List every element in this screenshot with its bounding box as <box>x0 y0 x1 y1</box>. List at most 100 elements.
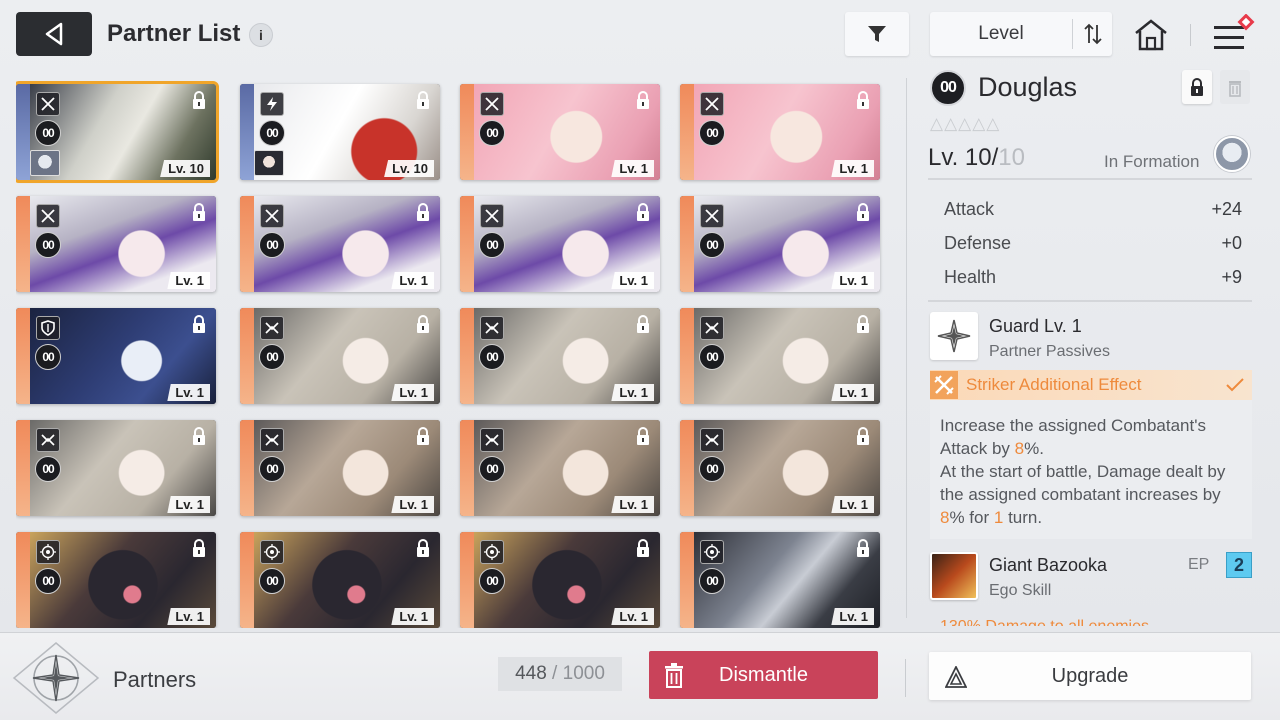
effect-description: Increase the assigned Combatant's Attack… <box>930 400 1252 539</box>
partner-card[interactable]: 00 Lv. 1 <box>240 308 440 404</box>
delete-button[interactable] <box>1220 70 1250 104</box>
stat-row-attack: Attack +24 <box>944 199 1242 220</box>
rarity-stripe <box>16 84 30 180</box>
header-divider <box>1190 24 1191 46</box>
partner-card[interactable]: 00 Lv. 1 <box>680 532 880 628</box>
ego-skill-name: Giant Bazooka <box>989 555 1108 575</box>
partner-badge: 00 <box>479 344 505 370</box>
rarity-stripe <box>16 532 30 628</box>
passive-skill-icon[interactable] <box>930 312 978 360</box>
passive-skill-name: Guard Lv. 1 <box>989 316 1082 336</box>
level-label: Lv. 1 <box>611 384 654 401</box>
panel-divider <box>906 78 907 618</box>
level-label: Lv. 1 <box>611 496 654 513</box>
lock-icon <box>414 314 432 334</box>
effect-header[interactable]: Striker Additional Effect <box>930 370 1252 400</box>
partner-badge: 00 <box>479 120 505 146</box>
level-label: Lv. 1 <box>391 272 434 289</box>
defender-icon <box>36 316 60 340</box>
back-button[interactable] <box>16 12 92 56</box>
assigned-combatant-avatar <box>30 150 60 176</box>
dismantle-button[interactable]: Dismantle <box>649 651 878 699</box>
sort-order-icon <box>1083 23 1102 45</box>
lock-icon <box>634 426 652 446</box>
lock-icon <box>190 314 208 334</box>
partner-card[interactable]: 00 Lv. 1 <box>16 420 216 516</box>
rarity-stripe <box>680 532 694 628</box>
partner-card[interactable]: 00 Lv. 1 <box>680 84 880 180</box>
ranger-icon <box>480 428 504 452</box>
partner-count: 448 / 1000 <box>498 657 622 691</box>
formation-avatar[interactable] <box>1214 136 1250 172</box>
partner-card[interactable]: 00 Lv. 1 <box>680 196 880 292</box>
partner-card[interactable]: 00 Lv. 1 <box>460 84 660 180</box>
lock-icon <box>414 538 432 558</box>
partner-card[interactable]: 00 Lv. 1 <box>240 196 440 292</box>
info-icon[interactable]: i <box>249 23 273 47</box>
partner-card[interactable]: 00 Lv. 1 <box>680 308 880 404</box>
sort-label[interactable]: Level <box>930 23 1072 45</box>
level-label: Lv. 1 <box>611 608 654 625</box>
sort-order-toggle[interactable] <box>1072 19 1112 49</box>
partner-badge: 00 <box>930 70 966 106</box>
lock-icon <box>634 314 652 334</box>
upgrade-button[interactable]: Upgrade <box>929 652 1251 700</box>
divider <box>928 178 1252 180</box>
partner-card[interactable]: 00 Lv. 1 <box>460 308 660 404</box>
stat-row-defense: Defense +0 <box>944 233 1242 254</box>
striker-icon <box>36 92 60 116</box>
stat-value: +0 <box>1221 233 1242 253</box>
lock-icon <box>414 426 432 446</box>
home-button[interactable] <box>1132 16 1170 54</box>
ep-label: EP <box>1188 556 1210 573</box>
home-icon <box>1135 19 1167 51</box>
ego-skill-icon[interactable] <box>930 552 978 600</box>
rarity-stripe <box>240 532 254 628</box>
partner-card[interactable]: 00 Lv. 1 <box>240 532 440 628</box>
bottom-bar: Partners 448 / 1000 Dismantle Upgrade <box>0 632 1280 720</box>
stat-value: +24 <box>1211 199 1242 219</box>
level-label: Lv. 1 <box>831 608 874 625</box>
bottom-divider <box>905 659 906 697</box>
upgrade-label: Upgrade <box>1051 664 1129 687</box>
level-max: 10 <box>998 144 1025 171</box>
partner-badge: 00 <box>699 456 725 482</box>
lightning-icon <box>260 92 284 116</box>
partner-card[interactable]: 00 Lv. 1 <box>240 420 440 516</box>
lock-icon <box>190 202 208 222</box>
striker-icon <box>700 204 724 228</box>
dismantle-label: Dismantle <box>719 663 808 686</box>
rarity-stripe <box>240 420 254 516</box>
lock-button[interactable] <box>1182 70 1212 104</box>
lock-icon <box>1191 78 1203 96</box>
ranger-icon <box>700 316 724 340</box>
effect-value: 8 <box>1014 439 1025 458</box>
psionic-icon <box>260 540 284 564</box>
hamburger-icon <box>1214 13 1255 49</box>
ranger-icon <box>480 316 504 340</box>
level-label: Lv. 1 <box>391 496 434 513</box>
partner-card[interactable]: 00 Lv. 1 <box>460 532 660 628</box>
striker-icon <box>700 92 724 116</box>
stat-label: Attack <box>944 199 995 219</box>
stat-value: +9 <box>1221 267 1242 287</box>
lock-icon <box>190 426 208 446</box>
partner-badge: 00 <box>699 568 725 594</box>
rarity-stripe <box>680 420 694 516</box>
partner-card[interactable]: 00 Lv. 1 <box>680 420 880 516</box>
effect-text: % for <box>949 508 994 527</box>
menu-button[interactable] <box>1210 13 1260 54</box>
level-label: Lv. 1 <box>831 160 874 177</box>
partner-card[interactable]: 00 Lv. 1 <box>460 420 660 516</box>
partner-card[interactable]: 00 Lv. 1 <box>16 308 216 404</box>
stat-label: Health <box>944 267 997 287</box>
partner-card[interactable]: 00 Lv. 10 <box>240 84 440 180</box>
partner-card[interactable]: 00 Lv. 1 <box>16 532 216 628</box>
partner-card[interactable]: 00 Lv. 10 <box>16 81 219 183</box>
filter-button[interactable] <box>845 12 909 56</box>
partner-card[interactable]: 00 Lv. 1 <box>460 196 660 292</box>
partner-badge: 00 <box>259 232 285 258</box>
rarity-stars: △△△△△ <box>930 114 1001 133</box>
partner-card[interactable]: 00 Lv. 1 <box>16 196 216 292</box>
rarity-stripe <box>460 196 474 292</box>
